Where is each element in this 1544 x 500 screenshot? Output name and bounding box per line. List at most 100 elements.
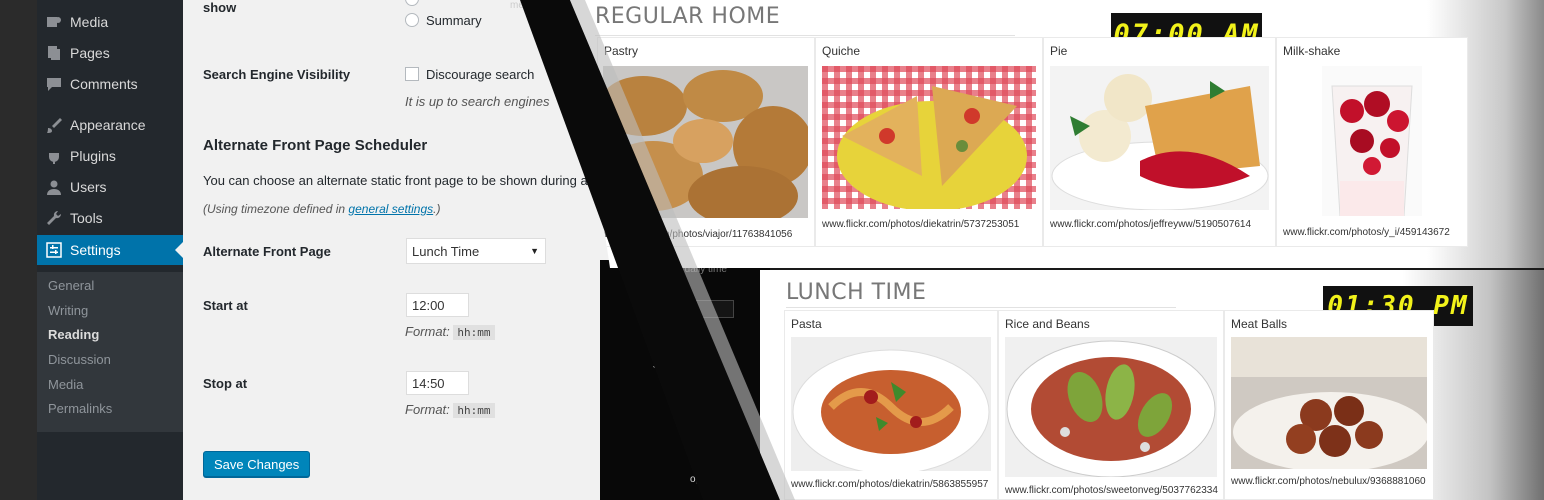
format-label: Format: xyxy=(405,324,450,339)
comments-icon xyxy=(45,76,63,92)
discourage-checkbox[interactable] xyxy=(405,67,419,81)
rice-and-beans-image xyxy=(1005,337,1217,477)
radio-summary[interactable] xyxy=(405,13,419,27)
dark-text-sts: STS xyxy=(653,360,671,370)
lunch-time-panel: LUNCH TIME 01:30 PM Pasta www.flickr.com… xyxy=(760,270,1544,500)
settings-submenu: General Writing Reading Discussion Media… xyxy=(37,272,183,432)
food-card-rice-and-beans[interactable]: Rice and Beans www.flickr.com/photos/swe… xyxy=(998,310,1224,500)
format-label: Format: xyxy=(405,402,450,417)
format-code: hh:mm xyxy=(453,403,495,418)
food-card-pie[interactable]: Pie www.flickr.com/photos/jeffreyww/5190… xyxy=(1043,37,1276,247)
stop-input[interactable]: 14:50 xyxy=(406,371,469,395)
appearance-icon xyxy=(45,117,63,133)
menu-item-pages[interactable]: Pages xyxy=(37,38,183,68)
dark-theme-bar xyxy=(642,300,734,318)
alt-front-select[interactable]: Lunch Time ▼ xyxy=(406,238,546,264)
seo-label: Search Engine Visibility xyxy=(203,67,351,82)
food-name: Pastry xyxy=(604,44,639,58)
food-name: Meat Balls xyxy=(1231,317,1288,331)
food-url[interactable]: www.flickr.com/photos/diekatrin/58638559… xyxy=(791,479,988,490)
start-label: Start at xyxy=(203,298,248,313)
media-icon xyxy=(45,14,63,30)
milk-shake-image xyxy=(1322,66,1422,216)
pages-icon xyxy=(45,45,63,61)
submenu-permalinks[interactable]: Permalinks xyxy=(48,401,112,416)
regular-home-title: REGULAR HOME xyxy=(595,4,781,29)
food-name: Rice and Beans xyxy=(1005,317,1090,331)
stop-label: Stop at xyxy=(203,376,248,391)
regular-home-panel: REGULAR HOME 07:00 AM Pastry www.flickr.… xyxy=(570,0,1544,268)
pie-image xyxy=(1050,66,1269,210)
alt-front-value: Lunch Time xyxy=(412,243,480,259)
food-name: Milk-shake xyxy=(1283,44,1341,58)
timezone-suffix: .) xyxy=(433,202,441,216)
food-card-quiche[interactable]: Quiche www.flickr.com/photos/diekatrin/5… xyxy=(815,37,1043,247)
food-url[interactable]: www.flickr.com/photos/y_i/459143672 xyxy=(1283,227,1450,238)
menu-item-label: Appearance xyxy=(70,117,146,133)
menu-item-label: Media xyxy=(70,14,109,30)
section-description: You can choose an alternate static front… xyxy=(203,173,588,188)
show-label: show xyxy=(203,0,237,15)
submenu-discussion[interactable]: Discussion xyxy=(48,352,111,367)
menu-item-appearance[interactable]: Appearance xyxy=(37,110,183,140)
menu-item-label: Users xyxy=(70,179,107,195)
timezone-prefix: (Using timezone defined in xyxy=(203,202,349,216)
save-changes-button[interactable]: Save Changes xyxy=(203,451,311,477)
summary-label: Summary xyxy=(426,13,482,28)
start-input[interactable]: 12:00 xyxy=(406,293,469,317)
title-rule xyxy=(595,35,1015,36)
lunch-time-title: LUNCH TIME xyxy=(786,280,927,305)
menu-item-tools[interactable]: Tools xyxy=(37,203,183,233)
menu-item-media[interactable]: Media xyxy=(37,7,183,37)
plugins-icon xyxy=(45,148,63,164)
pastry-image xyxy=(603,66,808,218)
food-url[interactable]: www.flickr.com/photos/nebulux/9368881060 xyxy=(1231,476,1426,487)
menu-item-comments[interactable]: Comments xyxy=(37,69,183,99)
menu-item-label: Plugins xyxy=(70,148,116,164)
menu-item-users[interactable]: Users xyxy=(37,172,183,202)
food-url[interactable]: www.flickr.com/photos/diekatrin/57372530… xyxy=(822,219,1019,230)
users-icon xyxy=(45,179,63,195)
alt-front-label: Alternate Front Page xyxy=(203,244,331,259)
seo-note: It is up to search engines xyxy=(405,94,550,109)
food-card-meat-balls[interactable]: Meat Balls www.flickr.com/photos/nebulux… xyxy=(1224,310,1434,500)
pasta-image xyxy=(791,337,991,471)
menu-item-label: Tools xyxy=(70,210,103,226)
admin-bar-strip xyxy=(0,0,37,500)
home-fragment: me xyxy=(510,0,524,11)
food-name: Quiche xyxy=(822,44,861,58)
submenu-media[interactable]: Media xyxy=(48,377,83,392)
stop-value: 14:50 xyxy=(412,375,445,391)
food-card-milk-shake[interactable]: Milk-shake www.flickr.com/photos/y_i/459… xyxy=(1276,37,1468,247)
title-rule xyxy=(786,307,1176,308)
discourage-label: Discourage search xyxy=(426,67,535,82)
start-value: 12:00 xyxy=(412,297,445,313)
food-card-pasta[interactable]: Pasta www.flickr.com/photos/diekatrin/58… xyxy=(784,310,998,500)
format-code: hh:mm xyxy=(453,325,495,340)
submenu-reading[interactable]: Reading xyxy=(48,327,99,342)
menu-item-plugins[interactable]: Plugins xyxy=(37,141,183,171)
dark-text-world: o, world! xyxy=(690,474,728,485)
admin-menu: Media Pages Comments Appearance Plugins … xyxy=(37,0,183,500)
food-url[interactable]: www.flickr.com/photos/sweetonveg/5037762… xyxy=(1005,485,1218,496)
dark-theme-preview xyxy=(600,260,770,500)
food-url[interactable]: www.flickr.com/photos/jeffreyww/51905076… xyxy=(1050,219,1251,230)
menu-item-label: Comments xyxy=(70,76,138,92)
quiche-image xyxy=(822,66,1036,209)
food-name: Pasta xyxy=(791,317,822,331)
submenu-writing[interactable]: Writing xyxy=(48,303,88,318)
section-title: Alternate Front Page Scheduler xyxy=(203,137,428,154)
menu-item-label: Pages xyxy=(70,45,110,61)
tools-icon xyxy=(45,210,63,226)
radio-latest[interactable] xyxy=(405,0,419,6)
menu-item-settings[interactable]: Settings xyxy=(37,235,183,265)
food-card-pastry[interactable]: Pastry www.flickr.com/photos/viajor/1176… xyxy=(597,37,815,247)
chevron-down-icon: ▼ xyxy=(530,246,539,256)
food-url[interactable]: www.flickr.com/photos/viajor/11763841056 xyxy=(604,229,792,240)
settings-icon xyxy=(45,242,63,258)
meat-balls-image xyxy=(1231,337,1427,469)
general-settings-link[interactable]: general settings xyxy=(348,202,433,216)
submenu-general[interactable]: General xyxy=(48,278,94,293)
food-name: Pie xyxy=(1050,44,1068,58)
menu-item-label: Settings xyxy=(70,242,121,258)
